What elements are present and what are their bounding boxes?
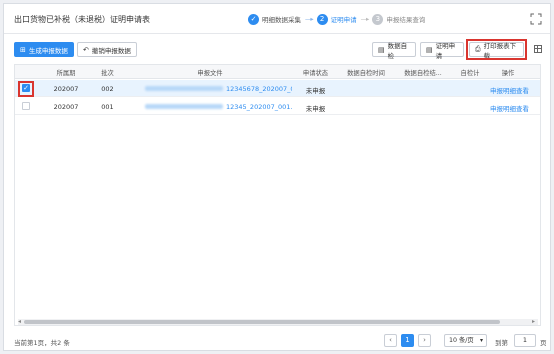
next-page-button[interactable]: › xyxy=(418,334,431,347)
generate-data-label: 生成申报数据 xyxy=(28,46,68,55)
scroll-left-icon[interactable]: ◂ xyxy=(18,318,21,325)
step-apply: 2 证明申请 xyxy=(316,13,357,25)
column-header-check-count: 自检计 xyxy=(460,70,480,77)
highlight-box xyxy=(466,39,527,60)
document-icon: ▤ xyxy=(378,45,385,54)
table-row[interactable]: ✓ 202007 002 12345678_202007_00 未申报 申报明细… xyxy=(15,80,540,97)
cell-status: 未申报 xyxy=(305,87,326,95)
column-header-action: 操作 xyxy=(501,70,515,77)
row-checkbox[interactable] xyxy=(22,102,30,110)
data-table: 所属期 批次 申报文件 申请状态 数据自检时间 数据自检结... 自检计 操作 … xyxy=(14,64,541,326)
step-collect: ✓ 明细数据采集 xyxy=(248,13,301,25)
highlight-box xyxy=(18,81,34,97)
chevron-down-icon: ▾ xyxy=(479,337,483,344)
table-row[interactable]: 202007 001 12345_202007_001.xn 未申报 申报明细查… xyxy=(15,98,540,115)
cell-file-link[interactable]: 12345678_202007_00 xyxy=(226,85,292,93)
page-size-select[interactable]: 10 条/页 ▾ xyxy=(444,334,487,347)
self-check-label: 数据自检 xyxy=(387,41,408,60)
column-header-check-time: 数据自检时间 xyxy=(347,70,385,77)
cell-status: 未申报 xyxy=(305,105,326,113)
step-label-apply: 证明申请 xyxy=(330,16,357,24)
goto-page-input[interactable]: 1 xyxy=(514,334,536,347)
generate-data-button[interactable]: ⊞ 生成申报数据 xyxy=(14,42,74,57)
column-header-file: 申报文件 xyxy=(197,70,223,77)
self-check-button[interactable]: ▤ 数据自检 xyxy=(372,41,416,60)
generate-icon: ⊞ xyxy=(20,45,26,54)
step-label-query: 申报结果查询 xyxy=(386,16,426,24)
redacted-text xyxy=(145,104,223,109)
step-arrow-icon: ----▸ xyxy=(305,15,314,23)
column-header-period: 所属期 xyxy=(56,70,76,77)
cell-period: 202007 xyxy=(53,85,79,93)
step-label-collect: 明细数据采集 xyxy=(262,16,301,24)
cell-period: 202007 xyxy=(53,103,79,111)
prev-page-button[interactable]: ‹ xyxy=(384,334,397,347)
fullscreen-icon[interactable] xyxy=(530,13,542,25)
step-indicator: ✓ 明细数据采集 ----▸ 2 证明申请 ----▸ 3 申报结果查询 xyxy=(248,13,425,25)
page-size-value: 10 条/页 xyxy=(449,337,474,344)
table-header: 所属期 批次 申报文件 申请状态 数据自检时间 数据自检结... 自检计 操作 xyxy=(15,65,540,79)
scrollbar-thumb[interactable] xyxy=(24,320,500,324)
view-detail-link[interactable]: 申报明细查看 xyxy=(487,85,532,95)
pagination-bar: 当前第1页，共2 条 ‹ 1 › 10 条/页 ▾ 到第 1 页 xyxy=(4,331,550,351)
title-bar: 出口货物已补税（未退税）证明申请表 ✓ 明细数据采集 ----▸ 2 证明申请 … xyxy=(4,4,550,34)
check-icon: ✓ xyxy=(248,13,259,25)
cell-batch: 002 xyxy=(101,85,114,93)
step-number-2: 2 xyxy=(316,13,328,25)
window-title: 出口货物已补税（未退税）证明申请表 xyxy=(14,15,150,24)
view-detail-link[interactable]: 申报明细查看 xyxy=(487,103,532,113)
apply-label: 证明申请 xyxy=(435,41,456,60)
apply-button[interactable]: ▤ 证明申请 xyxy=(420,41,464,60)
record-summary: 当前第1页，共2 条 xyxy=(14,339,70,347)
horizontal-scrollbar[interactable]: ◂ ▸ xyxy=(18,318,538,325)
column-header-check-result: 数据自检结... xyxy=(404,70,442,77)
document-icon: ▤ xyxy=(426,45,433,54)
step-number-3: 3 xyxy=(372,13,384,25)
toolbar: ⊞ 生成申报数据 ↶ 撤销申报数据 ▤ 数据自检 ▤ 证明申请 ⎙ 打印报表下载 xyxy=(4,35,550,61)
column-header-batch: 批次 xyxy=(101,70,114,77)
cell-file-link[interactable]: 12345_202007_001.xn xyxy=(226,103,292,111)
redacted-text xyxy=(145,86,223,91)
step-arrow-icon: ----▸ xyxy=(360,15,370,23)
column-settings-icon[interactable] xyxy=(534,45,542,53)
column-header-status: 申请状态 xyxy=(302,70,329,77)
goto-label: 到第 xyxy=(495,339,508,347)
dialog-window: 出口货物已补税（未退税）证明申请表 ✓ 明细数据采集 ----▸ 2 证明申请 … xyxy=(3,3,551,351)
page-button-1[interactable]: 1 xyxy=(401,334,414,347)
step-query: 3 申报结果查询 xyxy=(372,13,426,25)
goto-suffix: 页 xyxy=(540,339,547,347)
revoke-data-button[interactable]: ↶ 撤销申报数据 xyxy=(77,42,137,57)
scroll-right-icon[interactable]: ▸ xyxy=(532,318,535,325)
revoke-data-label: 撤销申报数据 xyxy=(91,46,131,55)
cell-batch: 001 xyxy=(101,103,114,111)
undo-icon: ↶ xyxy=(83,45,89,54)
